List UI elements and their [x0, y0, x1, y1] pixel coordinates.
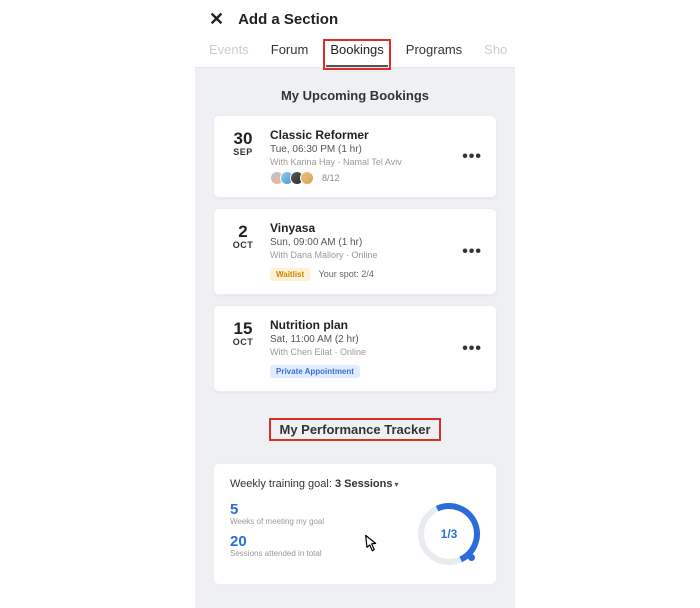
- booking-time: Tue, 06:30 PM (1 hr): [270, 144, 450, 155]
- card-body: Classic Reformer Tue, 06:30 PM (1 hr) Wi…: [270, 128, 450, 185]
- date-month: OCT: [228, 337, 258, 347]
- modal-title: Add a Section: [238, 11, 338, 28]
- sessions-num: 20: [230, 534, 418, 549]
- modal-content: My Upcoming Bookings 30 SEP Classic Refo…: [195, 68, 515, 608]
- booking-meta: With Chen Eilat · Online: [270, 347, 450, 357]
- booking-name: Vinyasa: [270, 221, 450, 235]
- booking-name: Nutrition plan: [270, 318, 450, 332]
- tracker-title: My Performance Tracker: [271, 420, 438, 439]
- goal-selector[interactable]: Weekly training goal: 3 Sessions▾: [230, 478, 480, 490]
- avatar-icon: [300, 171, 314, 185]
- attendee-count: 8/12: [322, 173, 340, 183]
- progress-ring: 1/3: [418, 503, 480, 565]
- date-day: 30: [228, 130, 258, 147]
- booking-card[interactable]: 15 OCT Nutrition plan Sat, 11:00 AM (2 h…: [213, 305, 497, 392]
- booking-meta: With Dana Mallory · Online: [270, 250, 450, 260]
- date-badge: 15 OCT: [228, 318, 258, 347]
- weeks-label: Weeks of meeting my goal: [230, 517, 418, 526]
- tracker-body: 5 Weeks of meeting my goal 20 Sessions a…: [230, 502, 480, 566]
- tracker-card: Weekly training goal: 3 Sessions▾ 5 Week…: [213, 463, 497, 585]
- booking-meta: With Karina Hay · Namal Tel Aviv: [270, 157, 450, 167]
- add-section-modal: ✕ Add a Section Events Forum Bookings Pr…: [195, 0, 515, 608]
- goal-value: 3 Sessions: [335, 478, 392, 490]
- booking-card[interactable]: 30 SEP Classic Reformer Tue, 06:30 PM (1…: [213, 115, 497, 198]
- progress-text: 1/3: [418, 503, 480, 565]
- tab-forum[interactable]: Forum: [271, 42, 309, 67]
- avatars-row: 8/12: [270, 171, 450, 185]
- date-day: 2: [228, 223, 258, 240]
- tab-events[interactable]: Events: [209, 42, 249, 67]
- modal-header: ✕ Add a Section: [195, 0, 515, 36]
- date-badge: 30 SEP: [228, 128, 258, 157]
- close-icon[interactable]: ✕: [209, 10, 224, 28]
- sessions-label: Sessions attended in total: [230, 549, 418, 558]
- private-badge: Private Appointment: [270, 365, 360, 378]
- goal-prefix: Weekly training goal:: [230, 478, 335, 490]
- tab-programs[interactable]: Programs: [406, 42, 462, 67]
- more-menu-icon[interactable]: •••: [462, 148, 482, 166]
- upcoming-title: My Upcoming Bookings: [213, 88, 497, 103]
- booking-card[interactable]: 2 OCT Vinyasa Sun, 09:00 AM (1 hr) With …: [213, 208, 497, 295]
- tab-bookings[interactable]: Bookings: [326, 42, 387, 67]
- booking-name: Classic Reformer: [270, 128, 450, 142]
- weeks-num: 5: [230, 502, 418, 517]
- booking-time: Sun, 09:00 AM (1 hr): [270, 237, 450, 248]
- badge-row: Waitlist Your spot: 2/4: [270, 264, 450, 282]
- booking-time: Sat, 11:00 AM (2 hr): [270, 334, 450, 345]
- badge-row: Private Appointment: [270, 361, 450, 379]
- date-badge: 2 OCT: [228, 221, 258, 250]
- more-menu-icon[interactable]: •••: [462, 243, 482, 261]
- avatars: [270, 171, 314, 185]
- tabs-bar: Events Forum Bookings Programs Sho: [195, 36, 515, 68]
- date-month: SEP: [228, 147, 258, 157]
- chevron-down-icon: ▾: [394, 480, 398, 489]
- waitlist-badge: Waitlist: [270, 268, 310, 281]
- card-body: Nutrition plan Sat, 11:00 AM (2 hr) With…: [270, 318, 450, 379]
- date-month: OCT: [228, 240, 258, 250]
- stats: 5 Weeks of meeting my goal 20 Sessions a…: [230, 502, 418, 566]
- card-body: Vinyasa Sun, 09:00 AM (1 hr) With Dana M…: [270, 221, 450, 282]
- tab-shop[interactable]: Sho: [484, 42, 507, 67]
- date-day: 15: [228, 320, 258, 337]
- more-menu-icon[interactable]: •••: [462, 340, 482, 358]
- spot-text: Your spot: 2/4: [319, 269, 374, 279]
